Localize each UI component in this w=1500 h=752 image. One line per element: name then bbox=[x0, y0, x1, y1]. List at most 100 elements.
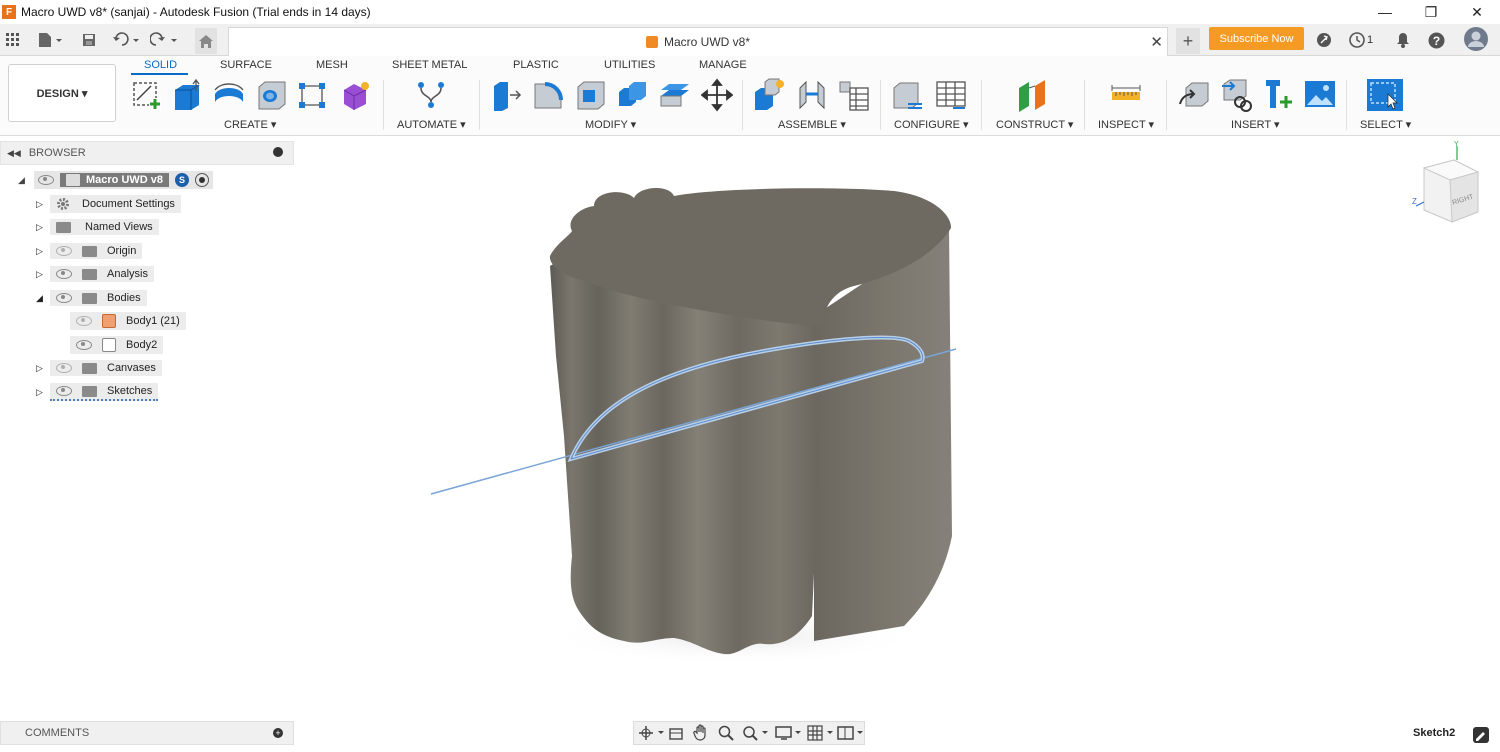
hidden-eye-icon[interactable] bbox=[56, 246, 72, 256]
zoom-icon[interactable] bbox=[718, 725, 734, 741]
create-group-label[interactable]: CREATE ▾ bbox=[224, 118, 276, 131]
offset-plane-icon[interactable] bbox=[1017, 78, 1049, 112]
view-cube[interactable]: RIGHT Y Z bbox=[1412, 141, 1480, 223]
pattern-icon[interactable] bbox=[297, 78, 329, 112]
tree-item-body2[interactable]: Body2 bbox=[70, 336, 164, 354]
orbit-icon[interactable] bbox=[638, 725, 664, 741]
press-pull-icon[interactable] bbox=[490, 78, 522, 112]
create-sketch-icon[interactable] bbox=[131, 78, 163, 112]
select-group-label[interactable]: SELECT ▾ bbox=[1360, 118, 1411, 131]
expand-triangle-icon[interactable]: ▷ bbox=[36, 269, 50, 280]
extensions-icon[interactable] bbox=[1314, 30, 1334, 50]
configuration-table-icon[interactable] bbox=[935, 78, 967, 112]
comments-panel[interactable]: COMMENTS + bbox=[0, 721, 294, 745]
subscribe-button[interactable]: Subscribe Now bbox=[1209, 27, 1304, 50]
visibility-eye-icon[interactable] bbox=[76, 340, 92, 350]
insert-mcmaster-icon[interactable] bbox=[1262, 78, 1294, 112]
tree-item-analysis[interactable]: ▷ Analysis bbox=[36, 265, 154, 283]
fillet-icon[interactable] bbox=[532, 78, 564, 112]
shell-icon[interactable] bbox=[575, 78, 607, 112]
browser-panel-header[interactable]: ◀◀ BROWSER bbox=[0, 141, 294, 165]
create-form-icon[interactable] bbox=[340, 78, 372, 112]
collapse-triangle-icon[interactable]: ◢ bbox=[36, 293, 50, 304]
tab-utilities[interactable]: UTILITIES bbox=[604, 59, 655, 71]
close-tab-icon[interactable]: ✕ bbox=[1150, 33, 1163, 51]
tree-item-bodies[interactable]: ◢ Bodies bbox=[36, 289, 147, 307]
inspect-group-label[interactable]: INSPECT ▾ bbox=[1098, 118, 1154, 131]
document-tab[interactable]: Macro UWD v8* ✕ bbox=[228, 27, 1168, 56]
modify-group-label[interactable]: MODIFY ▾ bbox=[585, 118, 636, 131]
tab-solid[interactable]: SOLID bbox=[144, 59, 177, 71]
insert-group-label[interactable]: INSERT ▾ bbox=[1231, 118, 1280, 131]
visibility-eye-icon[interactable] bbox=[56, 293, 72, 303]
tree-item-canvases[interactable]: ▷ Canvases bbox=[36, 359, 162, 377]
bill-of-materials-icon[interactable] bbox=[838, 78, 870, 112]
expand-triangle-icon[interactable]: ▷ bbox=[36, 199, 50, 210]
configure-group-label[interactable]: CONFIGURE ▾ bbox=[894, 118, 969, 131]
tree-item-named-views[interactable]: ▷ Named Views bbox=[36, 218, 159, 236]
user-avatar-icon[interactable] bbox=[1464, 27, 1488, 51]
expand-triangle-icon[interactable]: ▷ bbox=[36, 246, 50, 257]
notifications-bell-icon[interactable] bbox=[1394, 30, 1412, 50]
viewports-icon[interactable] bbox=[837, 725, 865, 741]
sketch-palette-icon[interactable] bbox=[1473, 727, 1489, 743]
hole-icon[interactable] bbox=[256, 78, 288, 112]
display-settings-icon[interactable] bbox=[775, 725, 803, 741]
tab-manage[interactable]: MANAGE bbox=[699, 59, 747, 71]
new-component-icon[interactable] bbox=[753, 78, 785, 112]
hidden-eye-icon[interactable] bbox=[56, 363, 72, 373]
move-copy-icon[interactable] bbox=[701, 78, 733, 112]
tree-item-origin[interactable]: ▷ Origin bbox=[36, 242, 143, 260]
new-tab-plus-icon[interactable]: + bbox=[1176, 28, 1200, 54]
insert-derive-icon[interactable] bbox=[1178, 78, 1210, 112]
close-window-button[interactable]: ✕ bbox=[1454, 0, 1500, 24]
visibility-eye-icon[interactable] bbox=[56, 386, 72, 396]
file-menu-icon[interactable] bbox=[36, 30, 64, 50]
browser-options-icon[interactable] bbox=[273, 147, 283, 157]
expand-triangle-icon[interactable]: ▷ bbox=[36, 222, 50, 233]
collapse-panel-icon[interactable]: ◀◀ bbox=[7, 148, 21, 159]
add-comment-icon[interactable]: + bbox=[273, 728, 283, 738]
hidden-eye-icon[interactable] bbox=[76, 316, 92, 326]
grid-settings-icon[interactable] bbox=[807, 725, 835, 741]
pan-hand-icon[interactable] bbox=[693, 724, 709, 741]
tree-item-body1[interactable]: Body1 (21) bbox=[70, 312, 186, 330]
zoom-window-icon[interactable] bbox=[742, 725, 770, 741]
construct-group-label[interactable]: CONSTRUCT ▾ bbox=[996, 118, 1073, 131]
automate-icon[interactable] bbox=[415, 78, 447, 112]
revolve-icon[interactable] bbox=[213, 78, 245, 112]
activate-component-icon[interactable] bbox=[195, 173, 210, 187]
joint-icon[interactable] bbox=[796, 78, 828, 112]
select-tool-icon[interactable] bbox=[1366, 78, 1404, 112]
configure-model-icon[interactable] bbox=[892, 78, 924, 112]
3d-viewport[interactable]: RIGHT Y Z bbox=[294, 136, 1500, 720]
visibility-eye-icon[interactable] bbox=[56, 269, 72, 279]
tab-plastic[interactable]: PLASTIC bbox=[513, 59, 559, 71]
tab-surface[interactable]: SURFACE bbox=[220, 59, 272, 71]
tree-item-document-settings[interactable]: ▷ Document Settings bbox=[36, 195, 181, 213]
insert-mesh-icon[interactable] bbox=[1220, 78, 1252, 112]
combine-icon[interactable] bbox=[617, 78, 649, 112]
redo-icon[interactable] bbox=[150, 30, 178, 50]
help-icon[interactable]: ? bbox=[1426, 30, 1446, 50]
expand-triangle-icon[interactable]: ◢ bbox=[18, 175, 34, 186]
expand-triangle-icon[interactable]: ▷ bbox=[36, 387, 50, 398]
restore-button[interactable]: ❐ bbox=[1408, 0, 1454, 24]
look-at-icon[interactable] bbox=[668, 725, 684, 741]
save-icon[interactable] bbox=[80, 30, 98, 50]
insert-canvas-icon[interactable] bbox=[1304, 78, 1336, 112]
tab-mesh[interactable]: MESH bbox=[316, 59, 348, 71]
assemble-group-label[interactable]: ASSEMBLE ▾ bbox=[778, 118, 846, 131]
home-icon[interactable] bbox=[195, 28, 217, 54]
minimize-button[interactable]: — bbox=[1362, 0, 1408, 24]
offset-face-icon[interactable] bbox=[659, 78, 691, 112]
expand-triangle-icon[interactable]: ▷ bbox=[36, 363, 50, 374]
measure-icon[interactable] bbox=[1110, 78, 1142, 112]
visibility-eye-icon[interactable] bbox=[38, 175, 54, 185]
job-status-icon[interactable]: 1 bbox=[1346, 30, 1376, 50]
undo-icon[interactable] bbox=[112, 30, 140, 50]
browser-root-row[interactable]: ◢ Macro UWD v8 S bbox=[18, 171, 214, 189]
shared-status-icon[interactable]: S bbox=[175, 173, 190, 187]
workspace-switcher[interactable]: DESIGN ▾ bbox=[8, 64, 116, 122]
automate-group-label[interactable]: AUTOMATE ▾ bbox=[397, 118, 466, 131]
